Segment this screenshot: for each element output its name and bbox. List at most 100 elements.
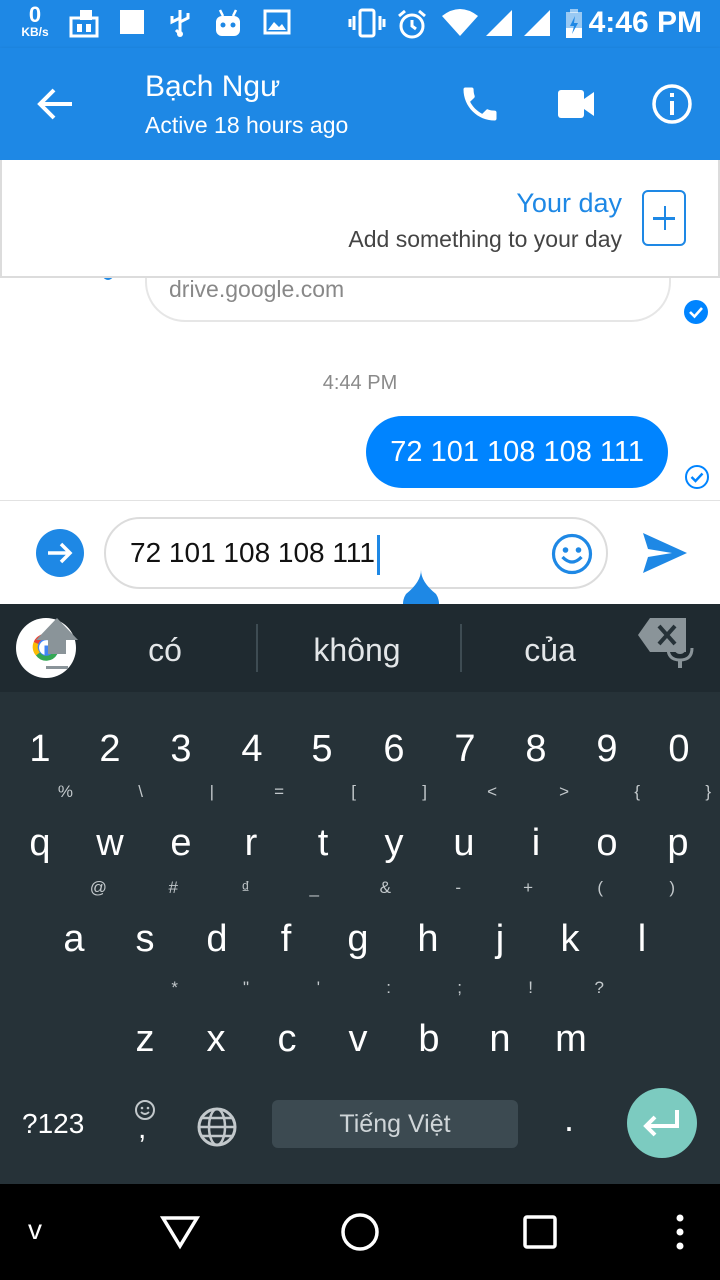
key-hint: * [171,978,178,997]
hide-keyboard-button[interactable]: v [28,1214,42,1246]
emoji-comma-key[interactable]: , [128,1098,162,1145]
suggestion-2[interactable]: không [262,604,452,692]
key-4[interactable]: 4 [217,728,287,771]
suggestion-3[interactable]: của [455,604,645,692]
back-triangle-icon[interactable] [160,1214,200,1250]
key-r[interactable]: = r [216,782,286,865]
key-label: a [63,918,85,960]
message-timestamp: 4:44 PM [322,372,398,394]
key-b[interactable]: ; b [394,978,464,1061]
more-options-icon[interactable] [672,1212,688,1252]
globe-language-icon[interactable] [196,1106,238,1148]
video-call-icon[interactable] [556,86,596,122]
key-label: y [384,822,404,864]
key-label: t [317,822,329,864]
key-hint: % [57,782,73,801]
key-0[interactable]: 0 [644,728,714,771]
key-label: c [277,1018,297,1060]
network-speed-indicator: 0 KB/s [14,2,56,39]
key-8[interactable]: 8 [501,728,571,771]
symbols-key[interactable]: ?123 [22,1108,84,1140]
key-1[interactable]: 1 [5,728,75,771]
key-o[interactable]: {o [572,782,642,865]
key-label: s [135,918,155,960]
key-s[interactable]: # s [110,878,180,961]
link-preview-domain[interactable]: drive.google.com [169,276,344,303]
phone-icon[interactable] [458,82,502,126]
key-hint: ' [316,978,320,997]
period-key[interactable]: . [564,1098,574,1140]
message-input[interactable]: 72 101 108 108 111 [104,517,608,589]
your-day-title[interactable]: Your day [516,188,622,219]
key-d[interactable]: ₫ d [182,878,252,961]
key-label: x [206,1018,226,1060]
key-7[interactable]: 7 [430,728,500,771]
conversation-area[interactable]: Your day Add something to your day drive… [0,160,720,500]
key-2[interactable]: 2 [75,728,145,771]
key-x[interactable]: " x [181,978,251,1061]
key-9[interactable]: 9 [572,728,642,771]
key-label: o [596,822,618,864]
key-n[interactable]: ! n [465,978,535,1061]
your-day-subtitle: Add something to your day [348,226,622,252]
key-m[interactable]: ? m [536,978,606,1061]
key-q[interactable]: % q [5,782,75,865]
key-l[interactable]: ) l [607,878,677,961]
key-label: f [280,918,292,960]
key-5[interactable]: 5 [287,728,357,771]
key-k[interactable]: (k [535,878,605,961]
key-j[interactable]: + j [465,878,535,961]
key-hint: ! [528,978,533,997]
key-p[interactable]: } p [643,782,713,865]
shift-icon[interactable] [32,614,82,672]
key-h[interactable]: -h [393,878,463,961]
key-v[interactable]: :v [323,978,393,1061]
key-label: g [347,918,369,960]
home-circle-icon[interactable] [340,1212,380,1252]
arrow-right-icon [48,542,73,564]
image-notification-icon [263,9,291,35]
delivered-check-icon [684,300,708,324]
key-t[interactable]: [t [288,782,358,865]
message-input-value[interactable]: 72 101 108 108 111 [130,537,375,568]
back-arrow-icon[interactable] [36,84,76,124]
message-composer: 72 101 108 108 111 [0,500,720,604]
key-label: z [135,1018,155,1060]
your-day-banner[interactable]: Your day Add something to your day [0,160,720,278]
backspace-icon[interactable] [636,616,688,654]
key-hint: ] [422,782,427,801]
key-label: n [489,1018,511,1060]
key-hint: @ [89,878,107,897]
key-a[interactable]: @ a [39,878,109,961]
key-z[interactable]: * z [110,978,180,1061]
app-notification-icon [69,10,99,38]
recents-square-icon[interactable] [522,1214,558,1250]
key-g[interactable]: & g [323,878,393,961]
emoji-icon[interactable] [550,532,594,576]
enter-key[interactable] [627,1088,697,1158]
sent-message-bubble[interactable]: 72 101 108 108 111 [366,416,668,488]
suggestion-1[interactable]: có [70,604,260,692]
key-e[interactable]: | e [146,782,216,865]
space-bar[interactable]: Tiếng Việt [272,1100,518,1148]
info-icon[interactable] [650,82,694,126]
key-hint: # [168,878,178,897]
key-c[interactable]: ' c [252,978,322,1061]
key-f[interactable]: _ f [251,878,321,961]
key-label: w [96,822,124,864]
contact-name[interactable]: Bạch Ngư [145,70,280,104]
key-u[interactable]: < u [429,782,499,865]
key-label: h [417,918,439,960]
key-3[interactable]: 3 [146,728,216,771]
key-w[interactable]: \ w [75,782,145,865]
suggestion-divider [256,624,258,672]
send-icon[interactable] [640,530,690,576]
key-hint: ? [594,978,604,997]
expand-composer-button[interactable] [36,529,84,577]
key-i[interactable]: > i [501,782,571,865]
key-6[interactable]: 6 [359,728,429,771]
keyboard-bottom-row: ?123 , Tiếng Việt . [0,1084,720,1184]
add-story-plus-icon[interactable] [642,190,686,246]
network-speed-value: 0 [28,2,42,27]
key-y[interactable]: ] y [359,782,429,865]
